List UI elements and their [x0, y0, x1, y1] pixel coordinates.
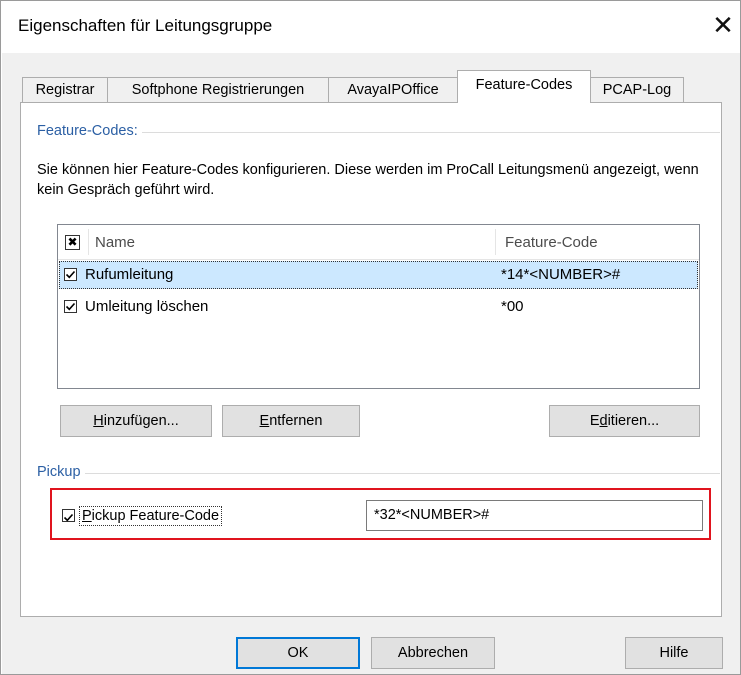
remove-label: ntfernen: [269, 413, 323, 429]
column-header-feature-code[interactable]: Feature-Code: [505, 234, 598, 251]
feature-code-list[interactable]: ✖ Name Feature-Code Rufumleitung *14*<NU…: [57, 224, 700, 389]
ok-button[interactable]: OK: [236, 637, 360, 669]
add-accel: H: [93, 413, 104, 429]
cancel-button[interactable]: Abbrechen: [371, 637, 495, 669]
add-label: inzufügen...: [103, 413, 179, 429]
tab-registrar[interactable]: Registrar: [22, 77, 108, 102]
table-row[interactable]: Umleitung löschen *00: [59, 293, 698, 321]
column-header-name[interactable]: Name: [95, 234, 135, 251]
row-feature-code: *14*<NUMBER>#: [501, 266, 621, 283]
column-separator: [88, 229, 89, 255]
window-title: Eigenschaften für Leitungsgruppe: [18, 16, 273, 35]
pickup-label-text: ickup Feature-Code: [91, 508, 220, 524]
remove-button[interactable]: Entfernen: [222, 405, 360, 437]
help-button[interactable]: Hilfe: [625, 637, 723, 669]
edit-prefix: E: [589, 413, 600, 429]
column-separator[interactable]: [495, 229, 496, 255]
pickup-checkbox[interactable]: [62, 509, 75, 522]
tab-softphone-registrierungen[interactable]: Softphone Registrierungen: [107, 77, 329, 102]
row-name: Umleitung löschen: [85, 298, 209, 315]
tab-pcap-log[interactable]: PCAP-Log: [590, 77, 684, 102]
pickup-feature-code-input[interactable]: *32*<NUMBER>#: [366, 500, 703, 531]
row-name: Rufumleitung: [85, 266, 174, 283]
remove-accel: E: [259, 413, 270, 429]
title-bar: Eigenschaften für Leitungsgruppe ✕: [1, 1, 740, 53]
select-all-checkbox[interactable]: ✖: [65, 235, 80, 250]
pickup-accel: P: [82, 508, 92, 524]
list-header: ✖ Name Feature-Code: [58, 225, 699, 260]
group-divider: [40, 473, 720, 474]
row-feature-code: *00: [501, 298, 524, 315]
feature-codes-group-label: Feature-Codes:: [37, 123, 142, 139]
edit-label: itieren...: [607, 413, 660, 429]
table-row[interactable]: Rufumleitung *14*<NUMBER>#: [59, 261, 698, 289]
row-checkbox[interactable]: [64, 300, 77, 313]
add-button[interactable]: Hinzufügen...: [60, 405, 212, 437]
group-divider: [40, 132, 720, 133]
feature-codes-description: Sie können hier Feature-Codes konfigurie…: [37, 162, 699, 198]
pickup-group-label: Pickup: [37, 464, 85, 480]
row-checkbox[interactable]: [64, 268, 77, 281]
close-icon[interactable]: ✕: [707, 9, 739, 41]
edit-accel: d: [599, 413, 608, 429]
edit-button[interactable]: Editieren...: [549, 405, 700, 437]
tab-avayaipoffice[interactable]: AvayaIPOffice: [328, 77, 458, 102]
pickup-checkbox-label[interactable]: Pickup Feature-Code: [79, 506, 223, 526]
tab-feature-codes[interactable]: Feature-Codes: [457, 70, 591, 103]
